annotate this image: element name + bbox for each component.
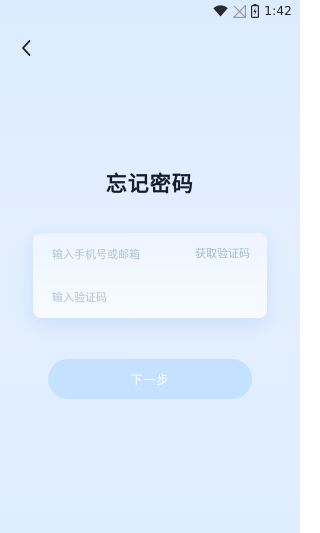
verification-code-input[interactable] [52, 287, 242, 307]
chevron-left-icon [22, 40, 31, 56]
get-code-button[interactable]: 获取验证码 [195, 246, 250, 262]
page-title: 忘记密码 [106, 172, 194, 196]
account-row: 获取验证码 [33, 233, 267, 275]
account-input[interactable] [52, 244, 182, 264]
status-time: 1:42 [264, 4, 292, 18]
back-button[interactable] [14, 36, 38, 60]
next-button[interactable]: 下一步 [48, 359, 252, 399]
status-icons: 1:42 [213, 3, 292, 19]
forgot-password-screen: 1:42 忘记密码 获取验证码 下一步 [0, 0, 300, 533]
wifi-icon [213, 5, 228, 17]
status-bar: 1:42 [0, 0, 300, 22]
no-signal-icon [233, 4, 247, 18]
form-card: 获取验证码 [33, 233, 267, 318]
code-row [33, 276, 267, 318]
battery-icon [251, 4, 260, 18]
